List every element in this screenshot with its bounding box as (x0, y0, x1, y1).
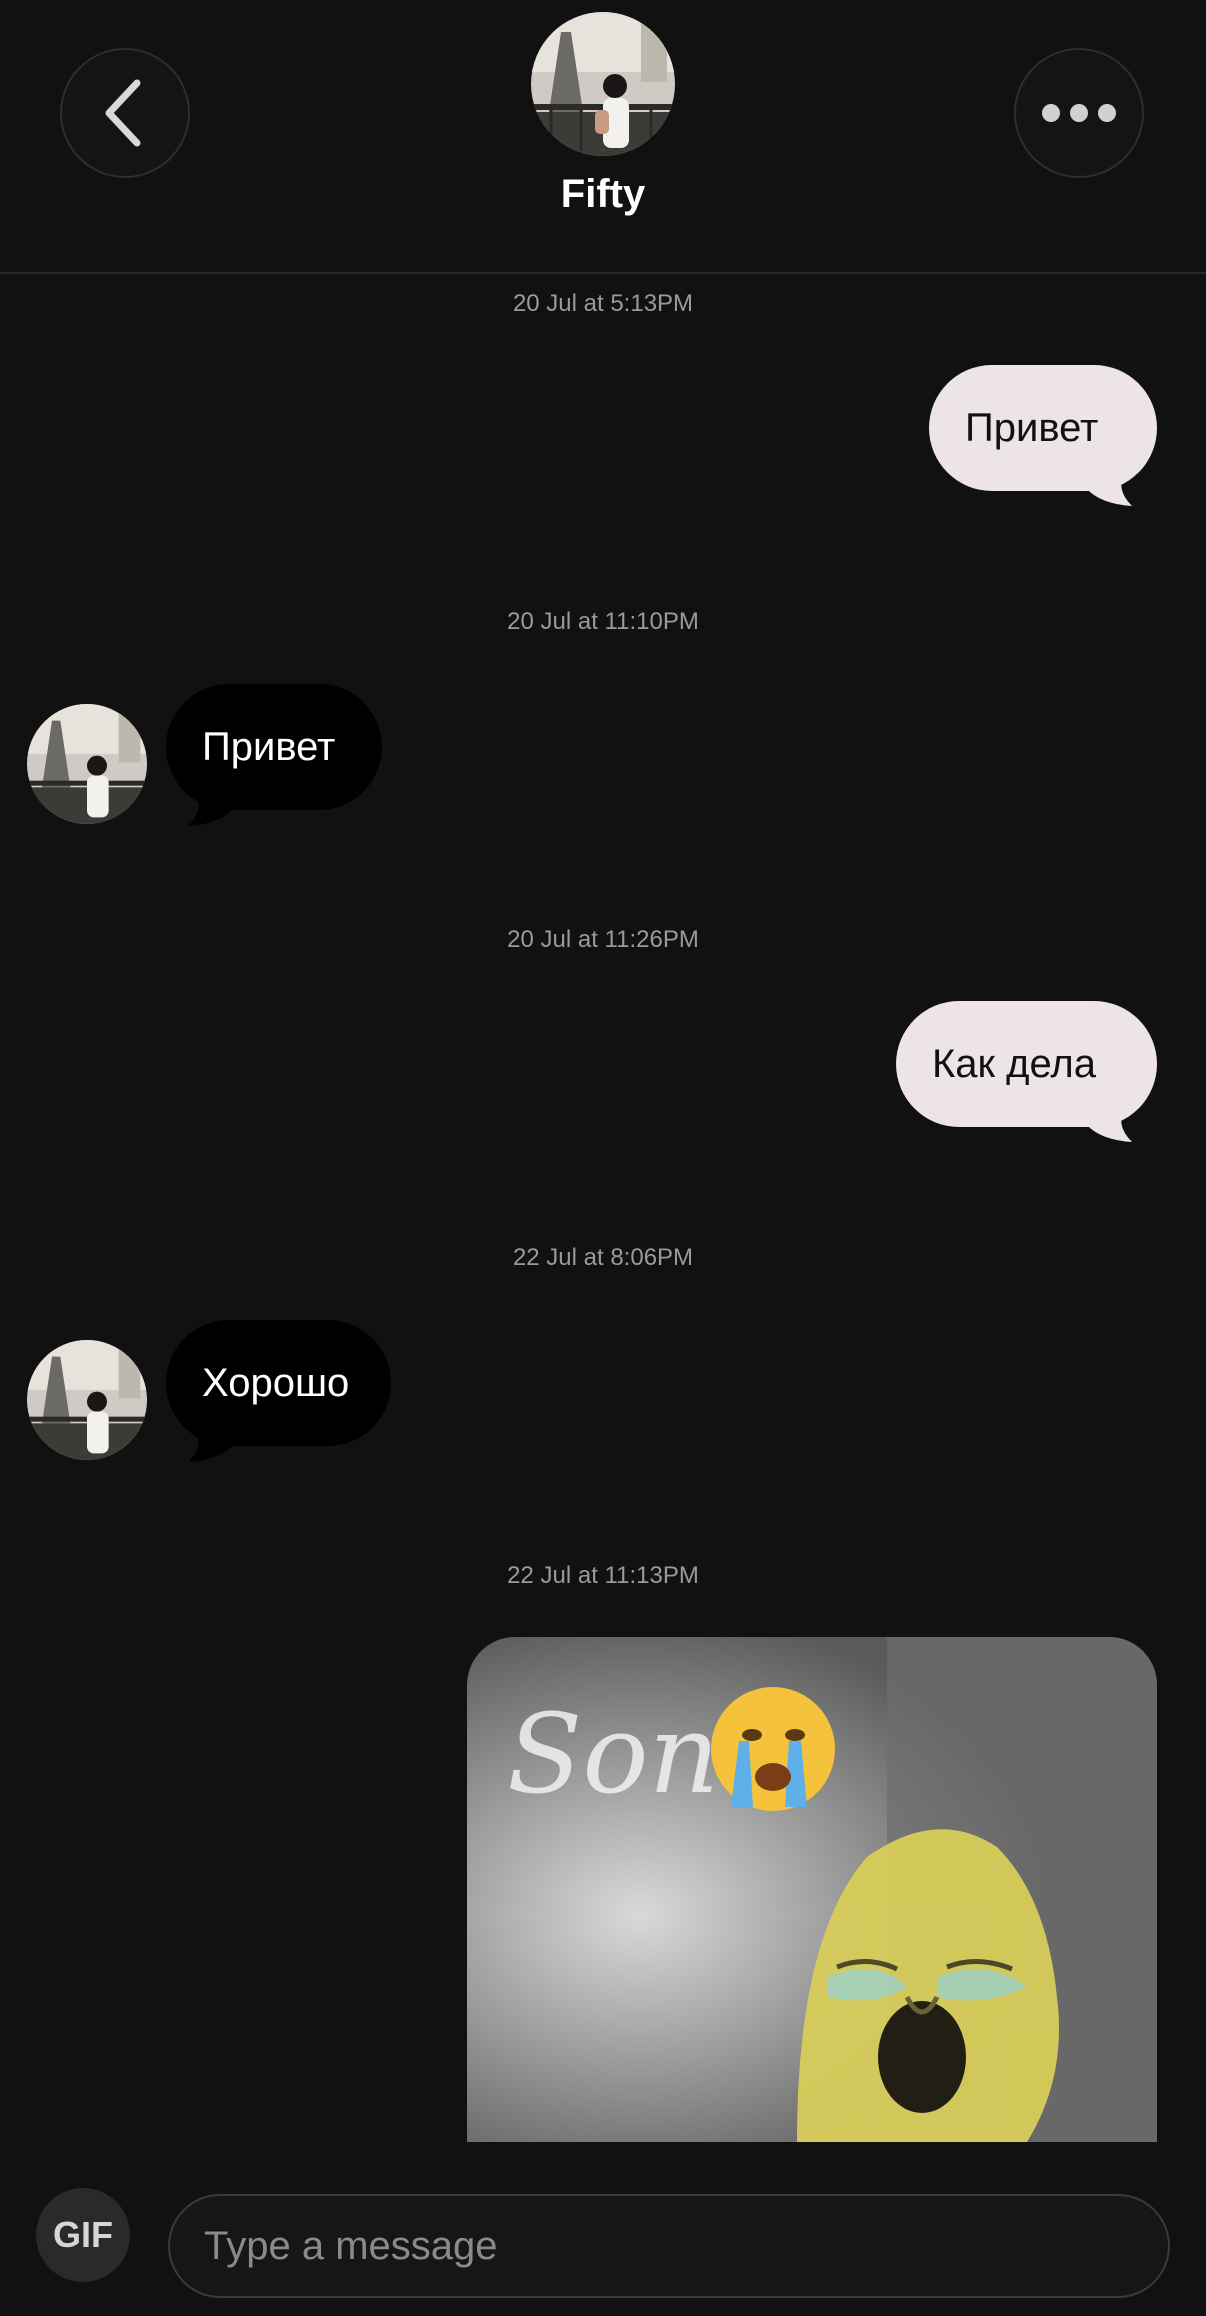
chevron-left-icon (105, 79, 141, 147)
incoming-message-bubble[interactable]: Привет (166, 684, 382, 810)
outgoing-image-message[interactable]: Son (467, 1637, 1157, 2142)
contact-avatar-small[interactable] (27, 704, 147, 824)
contact-avatar[interactable] (531, 12, 675, 156)
more-options-button[interactable] (1014, 48, 1144, 178)
chat-screen: Fifty 20 Jul at 5:13PM Привет 20 Jul at … (0, 0, 1206, 2316)
contact-avatar-small[interactable] (27, 1340, 147, 1460)
message-timestamp: 20 Jul at 11:10PM (507, 608, 699, 635)
back-button[interactable] (60, 48, 190, 178)
message-text: Как дела (932, 1042, 1097, 1086)
svg-text:Son: Son (507, 1690, 719, 1818)
message-composer: GIF (0, 2160, 1206, 2316)
crying-emoji-icon (711, 1687, 835, 1811)
chat-header: Fifty (0, 0, 1206, 274)
message-timestamp: 22 Jul at 8:06PM (512, 1244, 694, 1271)
more-horizontal-icon (1042, 104, 1116, 122)
message-timestamp: 20 Jul at 11:26PM (507, 926, 699, 953)
outgoing-message-bubble[interactable]: Привет (929, 365, 1157, 491)
message-input[interactable] (168, 2194, 1170, 2298)
message-text: Хорошо (202, 1361, 350, 1405)
message-timestamp: 22 Jul at 11:13PM (507, 1562, 699, 1589)
contact-name: Fifty (560, 172, 646, 216)
message-text: Привет (202, 725, 336, 769)
gif-button[interactable]: GIF (36, 2188, 130, 2282)
incoming-message-bubble[interactable]: Хорошо (166, 1320, 391, 1446)
outgoing-message-bubble[interactable]: Как дела (896, 1001, 1157, 1127)
message-text: Привет (965, 406, 1099, 450)
message-timestamp: 20 Jul at 5:13PM (512, 290, 694, 317)
meme-image: Son (467, 1637, 1157, 2142)
